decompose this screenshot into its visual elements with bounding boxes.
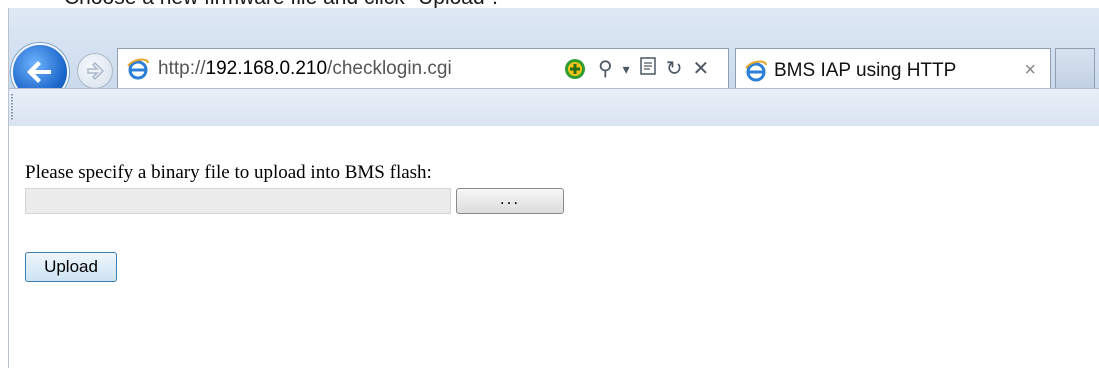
- address-bar[interactable]: http://192.168.0.210/checklogin.cgi ⚲ ▾ …: [117, 48, 729, 90]
- url-host: 192.168.0.210: [205, 58, 328, 79]
- url-text[interactable]: http://192.168.0.210/checklogin.cgi: [158, 58, 452, 80]
- url-path: /checklogin.cgi: [327, 58, 452, 79]
- upload-button[interactable]: Upload: [25, 252, 117, 282]
- refresh-icon[interactable]: ↻: [666, 55, 683, 83]
- tab-bms-iap[interactable]: BMS IAP using HTTP ×: [735, 48, 1051, 92]
- browser-chrome: http://192.168.0.210/checklogin.cgi ⚲ ▾ …: [9, 8, 1099, 127]
- navigation-bar: http://192.168.0.210/checklogin.cgi ⚲ ▾ …: [9, 8, 1099, 101]
- arrow-right-icon: [87, 61, 105, 81]
- search-icon[interactable]: ⚲: [598, 55, 613, 83]
- upload-prompt: Please specify a binary file to upload i…: [25, 162, 432, 183]
- toolbar-grip[interactable]: [11, 94, 13, 120]
- ie-page-icon: [127, 58, 149, 80]
- file-path-input[interactable]: [25, 188, 451, 214]
- command-bar: [9, 88, 1099, 127]
- compatibility-view-icon[interactable]: [563, 57, 587, 81]
- address-tools: ⚲ ▾ ↻ ✕: [598, 55, 709, 83]
- url-scheme: http://: [158, 58, 206, 79]
- forward-button[interactable]: [77, 53, 113, 89]
- search-dropdown-icon[interactable]: ▾: [623, 55, 630, 83]
- compatibility-doc-icon[interactable]: [639, 55, 656, 83]
- tab-close-icon[interactable]: ×: [1024, 59, 1036, 82]
- browse-button[interactable]: ...: [456, 188, 564, 214]
- ie-tab-icon: [745, 60, 767, 82]
- arrow-left-icon: [27, 61, 51, 83]
- stop-icon[interactable]: ✕: [692, 55, 709, 83]
- tab-title: BMS IAP using HTTP: [774, 60, 957, 81]
- new-tab-button[interactable]: [1055, 48, 1095, 92]
- page-content: Please specify a binary file to upload i…: [9, 126, 1099, 368]
- browser-window: http://192.168.0.210/checklogin.cgi ⚲ ▾ …: [8, 8, 1099, 368]
